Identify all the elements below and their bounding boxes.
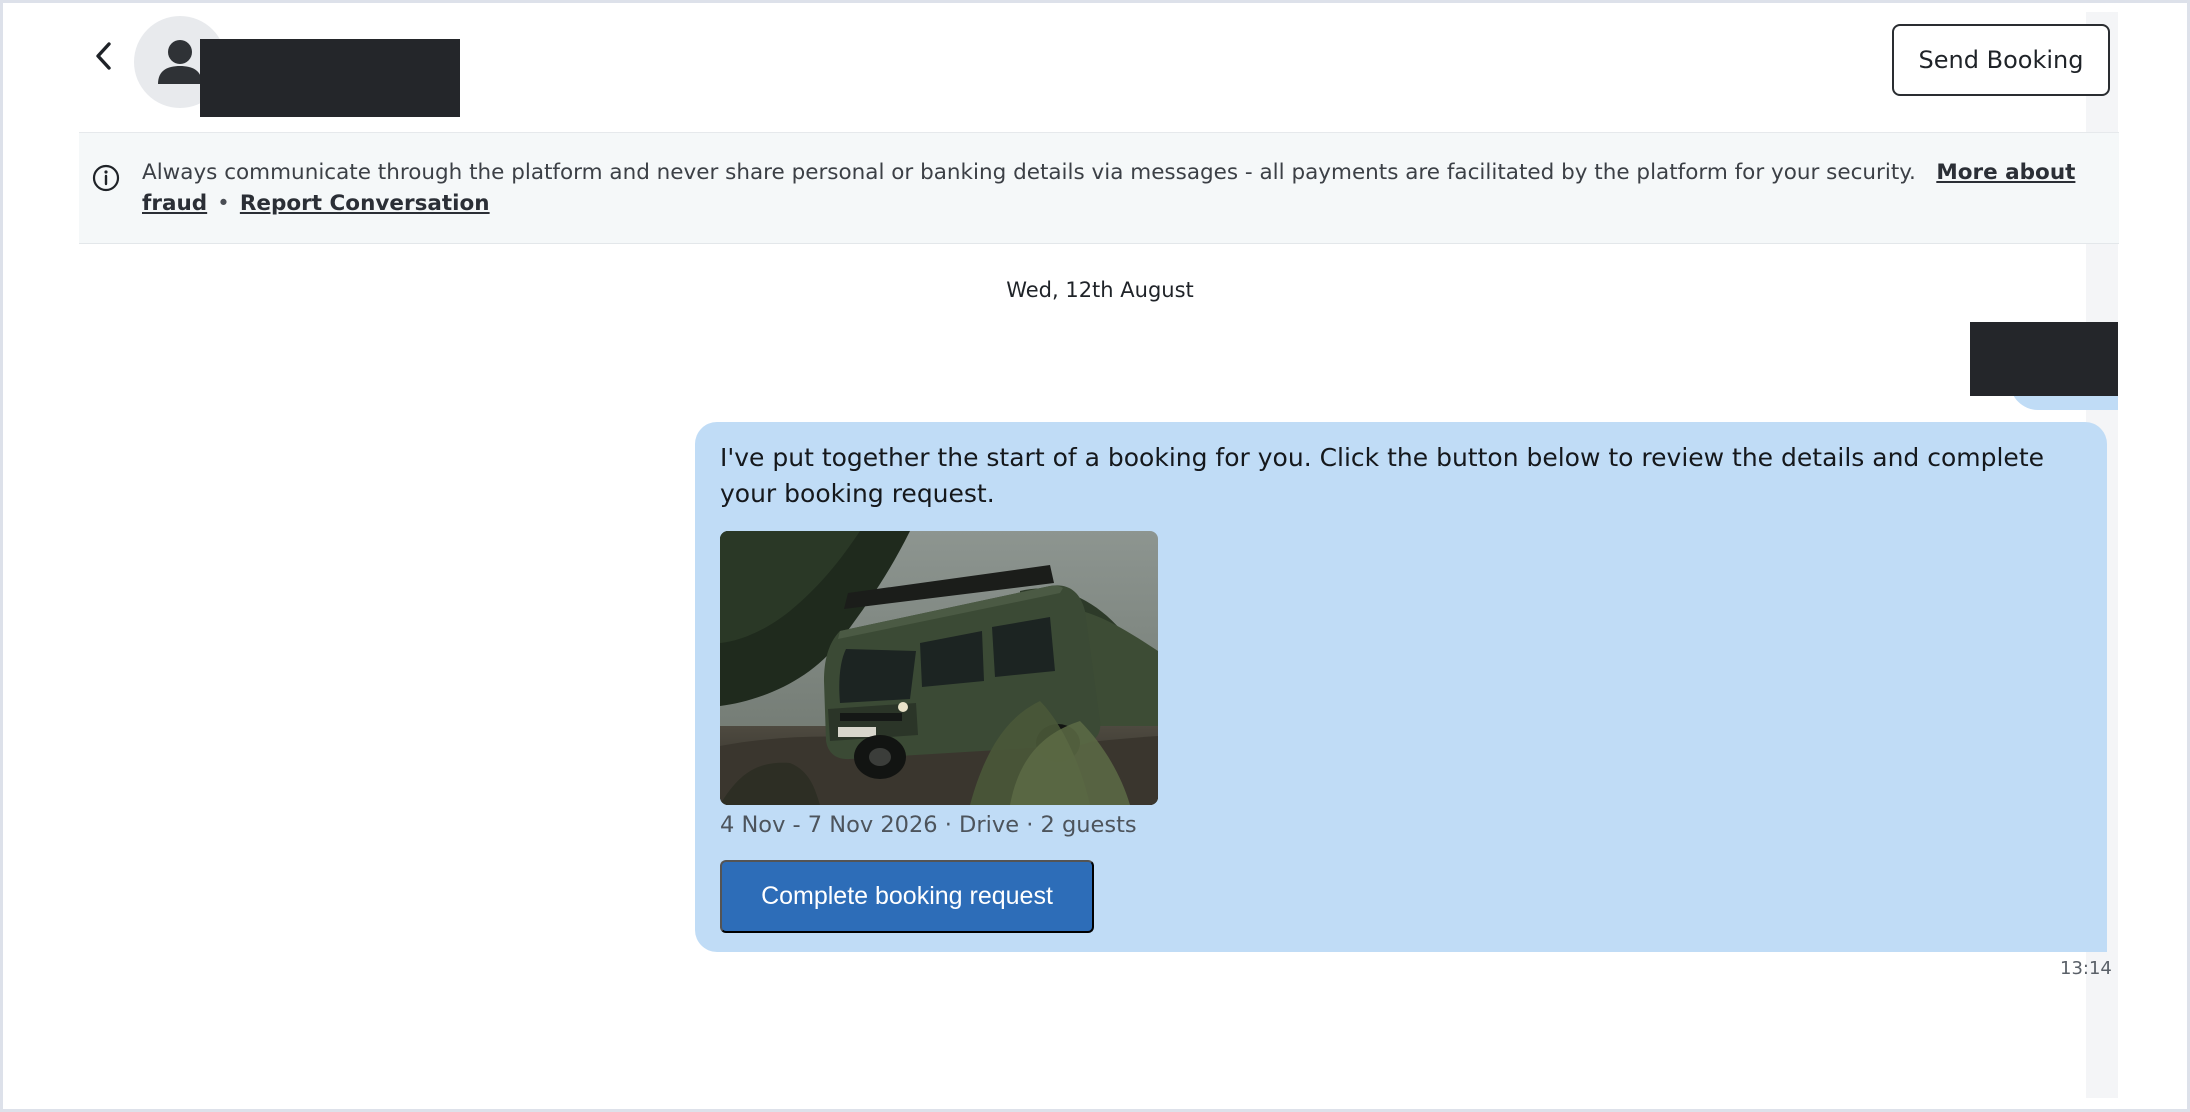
previous-message-redacted — [1970, 322, 2118, 396]
chevron-left-icon — [96, 42, 111, 70]
message-text: I've put together the start of a booking… — [720, 443, 2044, 508]
safety-notice-text: Always communicate through the platform … — [142, 157, 2102, 219]
back-button[interactable] — [84, 34, 124, 78]
booking-message-bubble: I've put together the start of a booking… — [695, 422, 2107, 952]
report-conversation-link[interactable]: Report Conversation — [240, 191, 490, 216]
participant-name-redacted — [200, 39, 460, 117]
date-divider: Wed, 12th August — [1006, 278, 1194, 302]
send-booking-button[interactable]: Send Booking — [1892, 24, 2110, 96]
safety-notice-message: Always communicate through the platform … — [142, 160, 1916, 185]
campervan-photo[interactable] — [720, 531, 1158, 805]
info-icon — [92, 164, 120, 192]
link-separator: • — [217, 191, 230, 216]
campervan-image — [720, 531, 1158, 805]
message-timestamp: 13:14 — [2060, 958, 2112, 979]
safety-notice: Always communicate through the platform … — [79, 132, 2119, 244]
trip-details: 4 Nov - 7 Nov 2026 · Drive · 2 guests — [720, 812, 1137, 838]
complete-booking-request-button[interactable]: Complete booking request — [720, 860, 1094, 933]
conversation-header: Send Booking — [80, 14, 2110, 117]
